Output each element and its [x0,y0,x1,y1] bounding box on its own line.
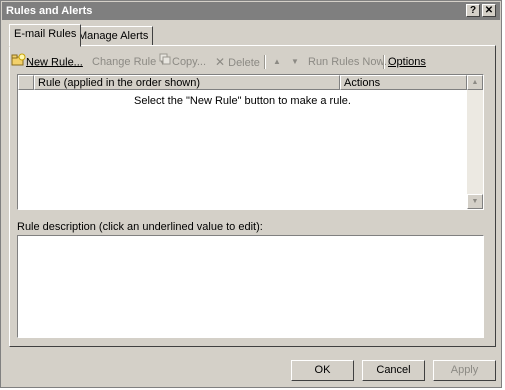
window-title: Rules and Alerts [6,5,93,17]
tab-manage-alerts[interactable]: Manage Alerts [73,26,154,46]
help-button[interactable]: ? [466,4,480,17]
column-header-check[interactable] [18,75,34,90]
options-button[interactable]: Options [388,53,426,71]
ok-button[interactable]: OK [291,360,354,381]
empty-list-message: Select the "New Rule" button to make a r… [134,95,351,107]
column-header-rule[interactable]: Rule (applied in the order shown) [34,75,340,90]
scroll-down-arrow-icon[interactable]: ▼ [467,194,483,209]
close-button[interactable]: ✕ [482,4,496,17]
rules-list[interactable]: Rule (applied in the order shown) Action… [17,74,484,210]
copy-button[interactable]: Copy... [159,53,206,71]
arrow-down-icon: ▼ [291,57,299,66]
delete-icon: ✕ [215,55,226,69]
column-header-actions[interactable]: Actions [340,75,467,90]
title-bar: Rules and Alerts ? ✕ [2,2,500,20]
tab-label: E-mail Rules [14,28,77,40]
move-down-button[interactable]: ▼ [291,53,299,71]
copy-label: Copy... [172,56,207,68]
change-rule-button[interactable]: Change Rule ▼ [92,53,166,71]
delete-label: Delete [228,57,260,69]
new-rule-button[interactable]: New Rule... [11,53,83,71]
tab-email-rules[interactable]: E-mail Rules [9,24,82,47]
move-up-button[interactable]: ▲ [273,53,281,71]
toolbar-separator [264,55,266,69]
scroll-up-arrow-icon[interactable]: ▲ [467,75,483,90]
tab-label: Manage Alerts [78,30,149,42]
copy-icon [159,53,172,71]
vertical-scrollbar[interactable]: ▲ ▼ [467,75,483,209]
change-rule-label: Change Rule [92,56,157,68]
rules-and-alerts-dialog: Rules and Alerts ? ✕ E-mail Rules Manage… [0,0,502,388]
apply-button[interactable]: Apply [433,360,496,381]
options-label: Options [388,56,426,68]
cancel-button[interactable]: Cancel [362,360,425,381]
arrow-up-icon: ▲ [273,57,281,66]
new-rule-icon [11,53,26,72]
toolbar-separator [383,55,385,69]
new-rule-label: New Rule... [26,56,83,69]
delete-button[interactable]: ✕ Delete [215,53,260,71]
run-rules-label: Run Rules Now... [308,56,393,68]
rule-description-label: Rule description (click an underlined va… [17,221,263,233]
rule-description-box[interactable] [17,235,484,338]
run-rules-now-button[interactable]: Run Rules Now... [308,53,393,71]
